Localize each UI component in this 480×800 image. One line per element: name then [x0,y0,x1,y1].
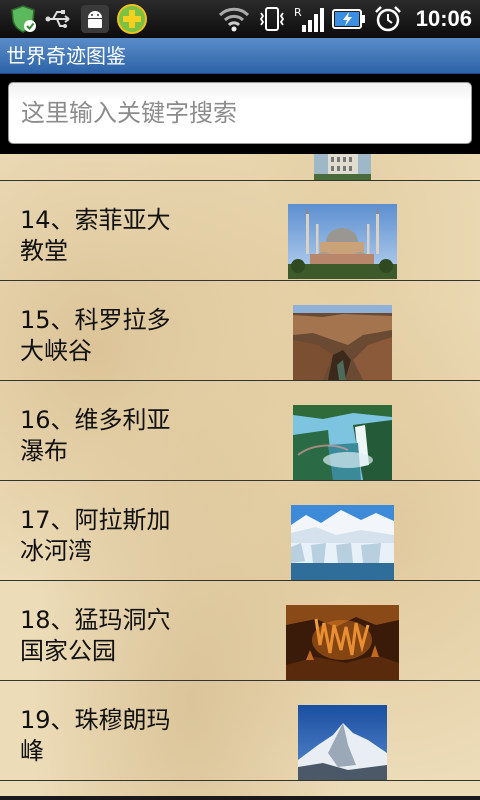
item-title: 19、珠穆朗玛峰 [20,706,171,765]
everest-image [298,705,387,780]
list-item[interactable]: 19、珠穆朗玛峰 [0,681,480,781]
vibrate-icon [258,5,286,33]
item-title: 15、科罗拉多大峡谷 [20,306,171,365]
list-divider [0,796,480,800]
status-bar: R 10:06 [0,0,480,38]
mammoth-cave-image [286,605,399,680]
search-input[interactable] [8,82,472,144]
item-title: 16、维多利亚瀑布 [20,406,171,465]
grand-canyon-image [293,305,392,380]
list-item[interactable] [0,154,480,181]
shield-check-icon [8,4,38,34]
item-title: 17、阿拉斯加冰河湾 [20,506,171,565]
list-item[interactable]: 15、科罗拉多大峡谷 [0,281,480,381]
tower-image [314,154,371,180]
search-bar [0,74,480,154]
list-item[interactable]: 18、猛玛洞穴国家公园 [0,581,480,681]
glacier-bay-image [291,505,394,580]
list-item[interactable]: 16、维多利亚瀑布 [0,381,480,481]
android-debug-icon [80,4,110,34]
signal-icon: R [294,5,324,33]
wonders-list[interactable]: 14、索菲亚大教堂 15、科罗拉多大峡谷 16、维多利亚瀑布 17、阿拉斯加冰河… [0,154,480,800]
app-title: 世界奇迹图鉴 [0,38,480,74]
clock: 10:06 [415,6,472,31]
usb-icon [44,7,74,31]
item-title: 18、猛玛洞穴国家公园 [20,606,171,665]
app-plus-icon [116,3,148,35]
battery-charging-icon [331,6,366,32]
alarm-icon [374,5,402,33]
list-item[interactable]: 14、索菲亚大教堂 [0,181,480,281]
item-title: 14、索菲亚大教堂 [20,206,171,265]
wifi-icon [218,6,250,32]
list-item[interactable]: 17、阿拉斯加冰河湾 [0,481,480,581]
svg-text:R: R [294,6,302,19]
victoria-falls-image [293,405,392,480]
hagia-sophia-image [288,204,397,279]
